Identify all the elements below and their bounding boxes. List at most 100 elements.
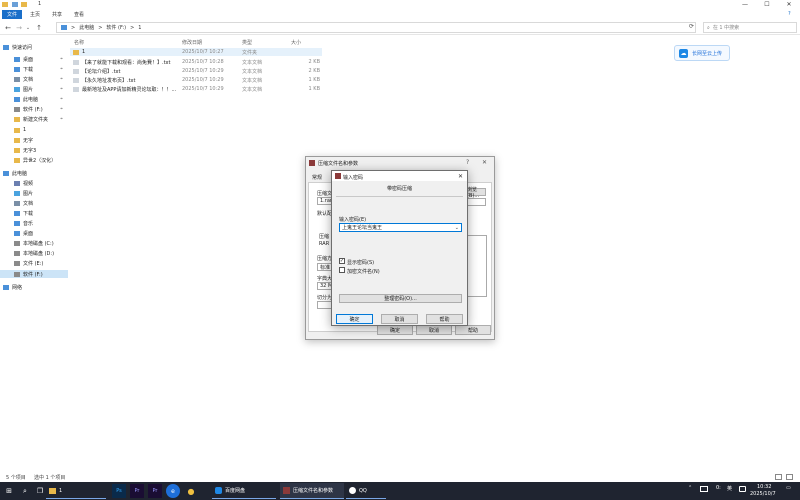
password-cancel-button[interactable]: 取消: [381, 314, 418, 324]
password-input[interactable]: 上鬼王论坛当鬼王 ⌄: [339, 223, 462, 232]
file-row[interactable]: 【论坛介绍】.txt 2025/10/7 10:29 文本文档 2 KB: [70, 67, 322, 75]
file-row[interactable]: 1 2025/10/7 10:27 文件夹: [70, 48, 322, 56]
cloud-upload-button[interactable]: ☁ 长网至云上传: [674, 45, 730, 61]
tab-general[interactable]: 常规: [312, 174, 322, 181]
column-name[interactable]: 名称: [74, 38, 174, 46]
show-password-checkbox[interactable]: ✓: [339, 258, 345, 264]
premiere-icon[interactable]: Pr: [130, 484, 144, 498]
nav-item[interactable]: 图片 ⌖: [0, 85, 68, 93]
nav-item[interactable]: 本地磁盘 (D:): [0, 249, 68, 257]
organize-passwords-button[interactable]: 整理密码(O)...: [339, 294, 462, 303]
clock-time[interactable]: 10:32: [757, 484, 771, 490]
file-row[interactable]: 最新地址及APP请加新精灵论坛取：！！... 2025/10/7 10:29 文本文…: [70, 85, 322, 93]
nav-item[interactable]: 图片: [0, 189, 68, 197]
up-button[interactable]: ↑: [34, 23, 44, 32]
nav-item[interactable]: 音乐: [0, 219, 68, 227]
photoshop-icon[interactable]: Ps: [112, 484, 126, 498]
nav-item[interactable]: 此电脑 ⌖: [0, 95, 68, 103]
breadcrumb-drive[interactable]: 软件 (F:): [106, 24, 126, 31]
refresh-icon[interactable]: ⟳: [689, 23, 694, 30]
nav-item[interactable]: 快速访问: [0, 43, 68, 51]
drive-icon: [14, 250, 20, 256]
rar-radio[interactable]: RAR: [319, 241, 329, 247]
taskbar-explorer[interactable]: 1: [46, 483, 106, 499]
drive-icon: [14, 271, 20, 277]
column-type[interactable]: 类型: [242, 38, 282, 46]
taskbar-winrar[interactable]: 压缩文件名和参数: [280, 483, 344, 499]
nav-item-label: 网络: [12, 284, 23, 291]
encrypt-filenames-checkbox[interactable]: [339, 267, 345, 273]
close-icon[interactable]: ✕: [482, 159, 487, 166]
back-button[interactable]: ←: [3, 23, 13, 32]
nav-item[interactable]: 无字3: [0, 146, 68, 154]
nav-item[interactable]: 文档: [0, 199, 68, 207]
password-ok-button[interactable]: 确定: [336, 314, 373, 324]
breadcrumb-pc[interactable]: 此电脑: [79, 24, 94, 31]
breadcrumb-folder[interactable]: 1: [138, 25, 141, 31]
nav-item[interactable]: 桌面: [0, 229, 68, 237]
search-input[interactable]: ⌕ 在 1 中搜索: [703, 22, 797, 33]
battery-icon[interactable]: [700, 486, 708, 492]
maximize-button[interactable]: ☐: [756, 0, 778, 9]
nav-item[interactable]: 文档 ⌖: [0, 75, 68, 83]
nav-item[interactable]: 此电脑: [0, 169, 68, 177]
clock-date[interactable]: 2025/10/7: [750, 491, 776, 497]
edge-icon[interactable]: e: [166, 484, 180, 498]
nav-item[interactable]: 新建文件夹 ⌖: [0, 115, 68, 123]
file-row[interactable]: 【永久地址发布页】.txt 2025/10/7 10:29 文本文档 1 KB: [70, 76, 322, 84]
notification-icon[interactable]: ▭: [786, 485, 791, 491]
tray-expand-icon[interactable]: ⌃: [688, 485, 692, 491]
tab-view[interactable]: 查看: [70, 10, 88, 19]
nav-item[interactable]: 1: [0, 126, 68, 134]
nav-item[interactable]: 异世2（汉化）: [0, 156, 68, 164]
nav-item[interactable]: 网络: [0, 283, 68, 291]
nav-item[interactable]: 下载 ⌖: [0, 65, 68, 73]
column-size[interactable]: 大小: [291, 38, 321, 46]
tab-file[interactable]: 文件: [2, 10, 22, 19]
folder-icon: [14, 157, 20, 163]
nav-item[interactable]: 软件 (F:): [0, 270, 68, 278]
forward-button[interactable]: →: [14, 23, 24, 32]
ok-button[interactable]: 确定: [377, 325, 413, 335]
help-button[interactable]: 帮助: [455, 325, 491, 335]
tray-language[interactable]: 英: [727, 485, 732, 492]
premiere-icon[interactable]: Pr: [148, 484, 162, 498]
nav-item[interactable]: 软件 (F:) ⌖: [0, 105, 68, 113]
large-icons-view-icon[interactable]: [786, 474, 793, 480]
taskbar-baidu-netdisk[interactable]: 百度网盘: [212, 483, 276, 499]
close-icon[interactable]: ✕: [458, 173, 463, 180]
start-icon[interactable]: ⊞: [2, 484, 16, 498]
new-folder-icon[interactable]: [21, 2, 27, 7]
tab-home[interactable]: 主页: [26, 10, 44, 19]
task-view-icon[interactable]: ❐: [33, 484, 47, 498]
details-view-icon[interactable]: [775, 474, 782, 480]
search-icon[interactable]: ⌕: [18, 484, 32, 498]
help-icon[interactable]: ?: [788, 11, 796, 18]
chrome-icon[interactable]: ●: [184, 484, 198, 498]
search-icon: ⌕: [707, 24, 710, 31]
nav-item[interactable]: 下载: [0, 209, 68, 217]
minimize-button[interactable]: —: [734, 0, 756, 9]
help-icon[interactable]: ?: [466, 159, 469, 166]
nav-item[interactable]: 桌面 ⌖: [0, 55, 68, 63]
tray-ime-mode[interactable]: 0:: [716, 485, 721, 491]
nav-item[interactable]: 视频: [0, 179, 68, 187]
password-help-button[interactable]: 帮助: [426, 314, 463, 324]
address-bar[interactable]: > 此电脑 > 软件 (F:) > 1: [56, 22, 696, 33]
nav-item[interactable]: 文件 (E:): [0, 259, 68, 267]
file-row[interactable]: 【来了就能下载和观看：尚免費！】.txt 2025/10/7 10:28 文本文档 2…: [70, 58, 322, 66]
taskbar-qq[interactable]: QQ: [346, 483, 386, 499]
browse-button[interactable]: 浏览(B)...: [466, 187, 486, 199]
tab-share[interactable]: 共享: [48, 10, 66, 19]
file-type: 文本文档: [242, 86, 263, 93]
update-mode-select[interactable]: [466, 198, 486, 206]
column-date[interactable]: 修改日期: [182, 38, 232, 46]
nav-item[interactable]: 本地磁盘 (C:): [0, 239, 68, 247]
keyboard-icon[interactable]: [739, 486, 746, 492]
nav-item[interactable]: 无字: [0, 136, 68, 144]
recent-locations-button[interactable]: ⌄: [24, 23, 32, 32]
properties-icon[interactable]: [12, 2, 18, 7]
chevron-down-icon[interactable]: ⌄: [455, 225, 459, 231]
close-button[interactable]: ✕: [778, 0, 800, 9]
cancel-button[interactable]: 取消: [416, 325, 452, 335]
